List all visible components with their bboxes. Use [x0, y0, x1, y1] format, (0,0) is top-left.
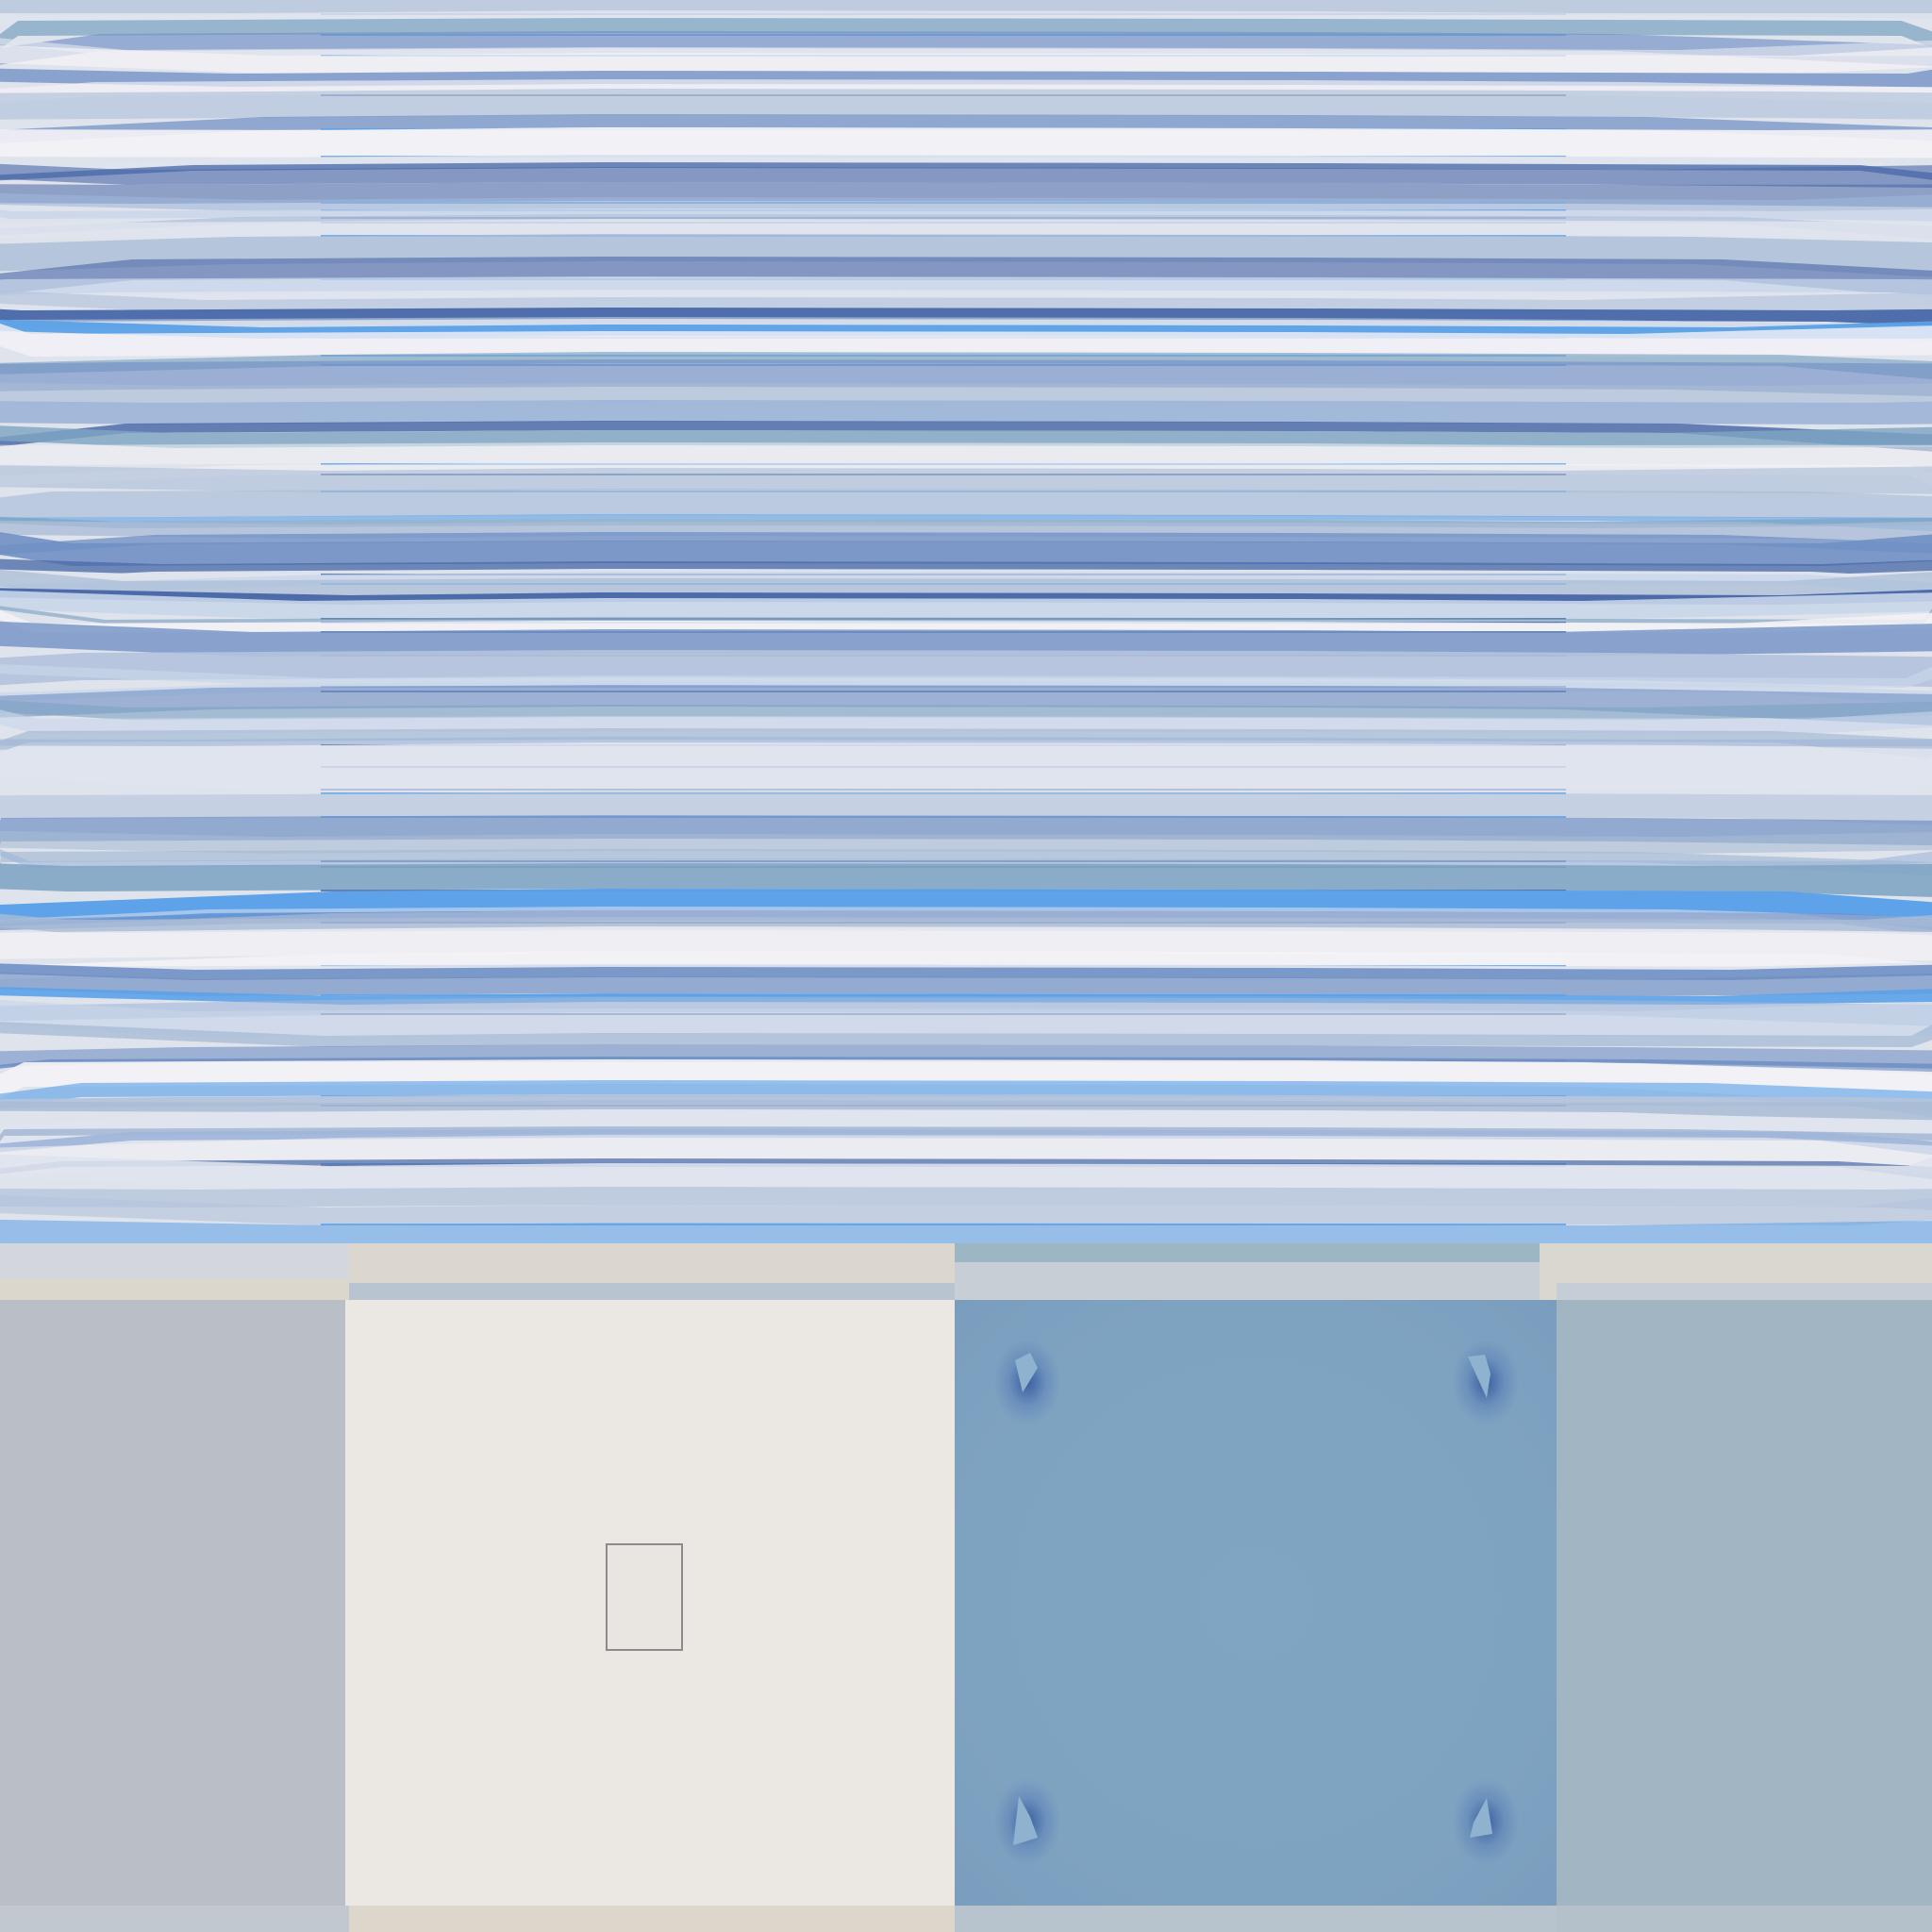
screw-icon [1453, 1779, 1519, 1864]
ledge-band [349, 1283, 955, 1300]
grey-blue-wall-panel [1557, 1300, 1932, 1906]
distorted-scene [0, 0, 1932, 1932]
ledge-band [0, 1279, 349, 1300]
streak [0, 127, 1932, 158]
ledge-band [349, 1243, 955, 1283]
ledge-band [1557, 1283, 1932, 1300]
streak [0, 400, 1932, 425]
wall-switch-plate [606, 1543, 683, 1651]
floor-band [955, 1906, 1557, 1932]
horizontal-streak-pattern [0, 0, 1932, 1245]
floor-band [1557, 1906, 1932, 1932]
screw-icon [994, 1779, 1060, 1864]
screw-icon [1453, 1340, 1519, 1424]
floor-band [0, 1906, 349, 1932]
grey-wall-panel [0, 1300, 345, 1906]
ledge-band [0, 1243, 349, 1279]
ledge-band [955, 1243, 1540, 1262]
floor-band [349, 1906, 955, 1932]
ledge-band [955, 1262, 1540, 1300]
screw-icon [994, 1340, 1060, 1424]
